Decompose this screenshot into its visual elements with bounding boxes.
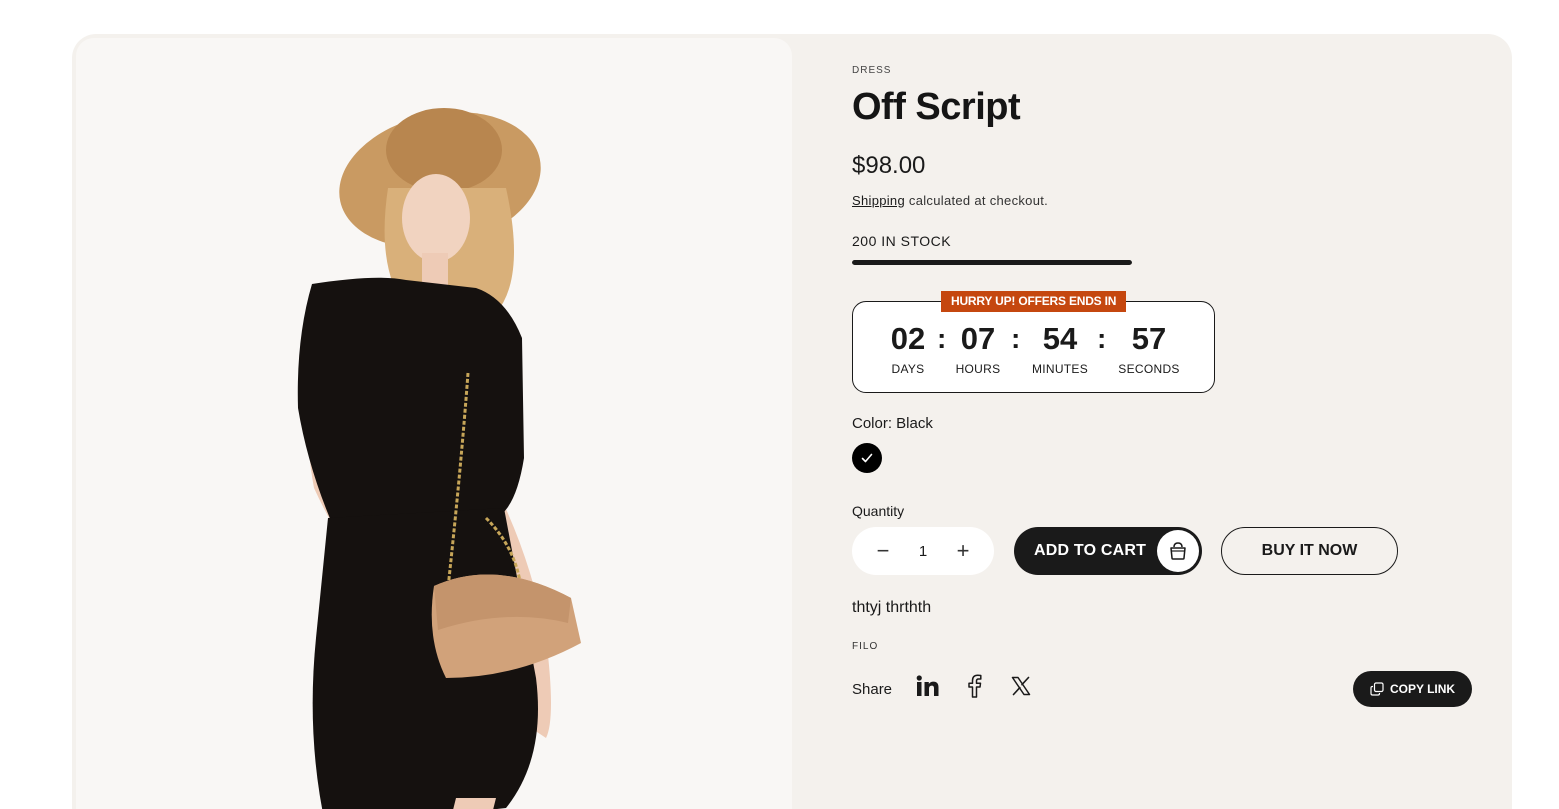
- countdown-separator: :: [937, 323, 947, 354]
- product-info: DRESS Off Script $98.00 Shipping calcula…: [852, 34, 1492, 809]
- product-image[interactable]: [76, 38, 792, 809]
- quantity-label: Quantity: [852, 503, 905, 519]
- countdown-separator: :: [1011, 323, 1021, 354]
- countdown-days-label: DAYS: [891, 362, 925, 376]
- quantity-increase-button[interactable]: +: [952, 538, 974, 563]
- quantity-decrease-button[interactable]: −: [872, 538, 894, 563]
- quantity-input[interactable]: 1: [919, 543, 927, 560]
- countdown-separator: :: [1097, 323, 1107, 354]
- checkmark-icon: [861, 453, 873, 463]
- shipping-note: Shipping calculated at checkout.: [852, 193, 1048, 208]
- countdown-minutes-value: 54: [1042, 321, 1078, 356]
- copy-link-label: COPY LINK: [1389, 682, 1456, 696]
- buy-it-now-button[interactable]: BUY IT NOW: [1221, 527, 1398, 575]
- product-description: thtyj thrthth: [852, 599, 932, 616]
- countdown-days: 02 DAYS: [886, 321, 930, 377]
- product-brand: FILO: [852, 641, 879, 652]
- model-photo: [297, 108, 581, 809]
- add-to-cart-button[interactable]: ADD TO CART: [1014, 527, 1202, 575]
- facebook-icon[interactable]: [962, 674, 986, 698]
- countdown-banner: HURRY UP! OFFERS ENDS IN: [941, 291, 1127, 312]
- countdown-hours: 07 HOURS: [955, 321, 1001, 377]
- add-to-cart-label: ADD TO CART: [1034, 542, 1147, 559]
- shipping-link[interactable]: Shipping: [852, 193, 905, 208]
- countdown-timer: HURRY UP! OFFERS ENDS IN 02 DAYS : 07 HO…: [852, 291, 1215, 393]
- shopping-bag-icon: [1157, 530, 1199, 572]
- shipping-text: calculated at checkout.: [905, 193, 1049, 208]
- countdown-hours-label: HOURS: [955, 362, 1001, 376]
- stock-progress-bar: [852, 260, 1132, 265]
- countdown-days-value: 02: [890, 321, 926, 356]
- countdown-seconds-label: SECONDS: [1118, 362, 1180, 376]
- x-icon[interactable]: [1009, 674, 1033, 698]
- share-label: Share: [852, 681, 893, 698]
- countdown-minutes-label: MINUTES: [1031, 362, 1089, 376]
- linkedin-icon[interactable]: [916, 674, 940, 698]
- countdown-seconds: 57 SECONDS: [1118, 321, 1180, 377]
- copy-icon: [1370, 682, 1384, 696]
- product-title: Off Script: [852, 86, 1021, 128]
- countdown-seconds-value: 57: [1131, 321, 1167, 356]
- copy-link-button[interactable]: COPY LINK: [1353, 671, 1472, 707]
- quantity-stepper: − 1 +: [852, 527, 994, 575]
- countdown-minutes: 54 MINUTES: [1031, 321, 1089, 377]
- product-vendor: DRESS: [852, 65, 892, 76]
- countdown-hours-value: 07: [960, 321, 996, 356]
- color-swatch-black[interactable]: [852, 443, 882, 473]
- stock-progress-fill: [852, 260, 1132, 265]
- color-label: Color: Black: [852, 415, 933, 432]
- product-card: DRESS Off Script $98.00 Shipping calcula…: [72, 34, 1512, 809]
- stock-count: 200 IN STOCK: [852, 233, 952, 249]
- product-price: $98.00: [852, 152, 926, 179]
